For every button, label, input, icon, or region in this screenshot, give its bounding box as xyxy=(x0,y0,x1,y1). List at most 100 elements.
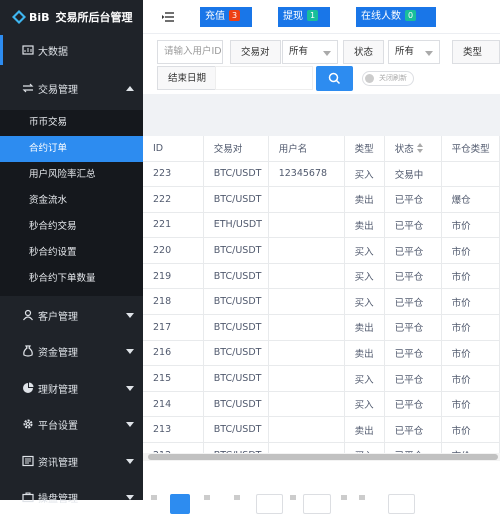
cell-pair: BTC/USDT xyxy=(203,161,269,188)
auto-refresh-toggle[interactable]: 关闭刷新 xyxy=(362,71,414,86)
cell-id: 221 xyxy=(143,212,204,239)
cell-type: 买入 xyxy=(344,288,385,316)
withdraw-label: 提现 xyxy=(283,11,303,22)
cell-pair: BTC/USDT xyxy=(203,186,269,213)
cell-type: 买入 xyxy=(344,161,385,188)
go-button[interactable] xyxy=(388,494,415,514)
menu-dashboard[interactable]: 大数据 xyxy=(0,35,143,65)
top-bar: 充值 3 提现 1 在线人数 0 xyxy=(143,0,500,34)
search-button[interactable] xyxy=(316,66,353,91)
cell-id: 217 xyxy=(143,314,204,341)
menu-news-management[interactable]: 资讯管理 xyxy=(0,446,143,476)
chevron-down-icon xyxy=(126,385,134,391)
page-size-select[interactable] xyxy=(256,494,283,514)
submenu-item-risk-summary[interactable]: 用户风险率汇总 xyxy=(0,162,143,188)
column-header-id: ID xyxy=(143,136,204,162)
cell-username xyxy=(268,340,345,367)
page-button[interactable] xyxy=(341,495,347,500)
sort-icon[interactable] xyxy=(416,143,423,154)
toggle-knob xyxy=(365,74,374,83)
cell-type: 卖出 xyxy=(344,314,385,341)
table-row[interactable]: 221 ETH/USDT 卖出 已平仓 市价 xyxy=(143,212,500,239)
chevron-down-icon xyxy=(323,51,331,56)
online-users-stat-button[interactable]: 在线人数 0 xyxy=(356,7,436,27)
cell-status: 已平仓 xyxy=(384,237,442,264)
exchange-icon xyxy=(22,83,34,93)
recharge-stat-button[interactable]: 充值 3 xyxy=(200,7,252,27)
menu-toggle-icon[interactable] xyxy=(162,11,174,23)
column-header-status[interactable]: 状态 xyxy=(384,136,442,162)
table-row[interactable]: 216 BTC/USDT 卖出 已平仓 市价 xyxy=(143,340,500,367)
table-row[interactable]: 214 BTC/USDT 买入 已平仓 市价 xyxy=(143,391,500,418)
menu-customer-management[interactable]: 客户管理 xyxy=(0,300,143,330)
menu-wealth-management[interactable]: 理财管理 xyxy=(0,373,143,403)
chevron-down-icon xyxy=(126,348,134,354)
submenu-item-second-contract-settings[interactable]: 秒合约设置 xyxy=(0,240,143,266)
user-id-input[interactable]: 请输入用户ID xyxy=(157,40,223,64)
orders-table-grid: ID 交易对 用户名 类型 状态 平仓类型 223 BTC/USDT 1234567… xyxy=(143,136,500,456)
cell-type: 买入 xyxy=(344,365,385,392)
cell-id: 223 xyxy=(143,161,204,188)
end-date-input[interactable] xyxy=(215,66,313,90)
page-button-active[interactable] xyxy=(170,494,190,514)
cell-status: 已平仓 xyxy=(384,416,442,444)
column-header-type: 类型 xyxy=(344,136,385,162)
submenu-item-spot-trade[interactable]: 币币交易 xyxy=(0,110,143,136)
menu-news-management-label: 资讯管理 xyxy=(38,457,78,469)
table-row[interactable]: 222 BTC/USDT 卖出 已平仓 爆仓 xyxy=(143,186,500,213)
cell-status: 已平仓 xyxy=(384,288,442,316)
menu-platform-settings[interactable]: 平台设置 xyxy=(0,409,143,439)
submenu-item-second-contract-order-count[interactable]: 秒合约下单数量 xyxy=(0,266,143,292)
cell-id: 214 xyxy=(143,391,204,418)
cell-pair: BTC/USDT xyxy=(203,263,269,290)
table-row[interactable]: 213 BTC/USDT 卖出 已平仓 市价 xyxy=(143,416,500,444)
submenu-item-contract-orders[interactable]: 合约订单 xyxy=(0,136,143,162)
brand: BiB 交易所后台管理 xyxy=(0,0,143,34)
cell-status: 交易中 xyxy=(384,161,442,188)
cell-pair: BTC/USDT xyxy=(203,340,269,367)
status-select[interactable]: 所有 xyxy=(388,40,440,64)
table-header-row: ID 交易对 用户名 类型 状态 平仓类型 xyxy=(143,136,500,162)
column-header-username: 用户名 xyxy=(268,136,345,162)
pair-select[interactable]: 所有 xyxy=(282,40,338,64)
submenu-item-fund-flow[interactable]: 资金流水 xyxy=(0,188,143,214)
withdraw-stat-button[interactable]: 提现 1 xyxy=(278,7,330,27)
orders-table: ID 交易对 用户名 类型 状态 平仓类型 223 BTC/USDT 1234567… xyxy=(143,136,500,456)
page-button[interactable] xyxy=(359,495,365,500)
chevron-down-icon xyxy=(126,421,134,427)
table-row[interactable]: 220 BTC/USDT 买入 已平仓 市价 xyxy=(143,237,500,264)
horizontal-scrollbar[interactable] xyxy=(143,453,500,461)
table-row[interactable]: 218 BTC/USDT 买入 已平仓 市价 xyxy=(143,288,500,316)
prev-page-icon[interactable] xyxy=(151,495,157,500)
column-header-status-label: 状态 xyxy=(394,144,414,156)
cell-type: 卖出 xyxy=(344,340,385,367)
page-button[interactable] xyxy=(234,495,240,500)
pair-select-value: 所有 xyxy=(289,46,309,57)
table-row[interactable]: 223 BTC/USDT 12345678 买入 交易中 xyxy=(143,161,500,188)
cell-status: 已平仓 xyxy=(384,212,442,239)
cell-pair: BTC/USDT xyxy=(203,237,269,264)
scrollbar-thumb[interactable] xyxy=(148,454,498,460)
menu-trade-management[interactable]: 交易管理 xyxy=(0,73,143,103)
cell-type: 买入 xyxy=(344,263,385,290)
status-filter-label: 状态 xyxy=(343,40,385,64)
cell-username xyxy=(268,365,345,392)
menu-trading-operations[interactable]: 操盘管理 xyxy=(0,482,143,512)
pair-filter-label: 交易对 xyxy=(230,40,281,64)
table-row[interactable]: 217 BTC/USDT 卖出 已平仓 市价 xyxy=(143,314,500,341)
page-button[interactable] xyxy=(290,495,296,500)
submenu-item-second-contract-trade[interactable]: 秒合约交易 xyxy=(0,214,143,240)
jump-page-input[interactable] xyxy=(303,494,331,514)
page-button[interactable] xyxy=(204,495,210,500)
table-row[interactable]: 219 BTC/USDT 买入 已平仓 市价 xyxy=(143,263,500,290)
cell-pair: ETH/USDT xyxy=(203,212,269,239)
pie-chart-icon xyxy=(23,382,34,393)
briefcase-icon xyxy=(22,492,34,503)
cell-username: 12345678 xyxy=(268,161,345,188)
cell-id: 215 xyxy=(143,365,204,392)
menu-fund-management[interactable]: 资金管理 xyxy=(0,336,143,366)
menu-fund-management-label: 资金管理 xyxy=(38,347,78,359)
app-title: 交易所后台管理 xyxy=(55,11,133,24)
table-row[interactable]: 215 BTC/USDT 买入 已平仓 市价 xyxy=(143,365,500,392)
cell-status: 已平仓 xyxy=(384,263,442,290)
